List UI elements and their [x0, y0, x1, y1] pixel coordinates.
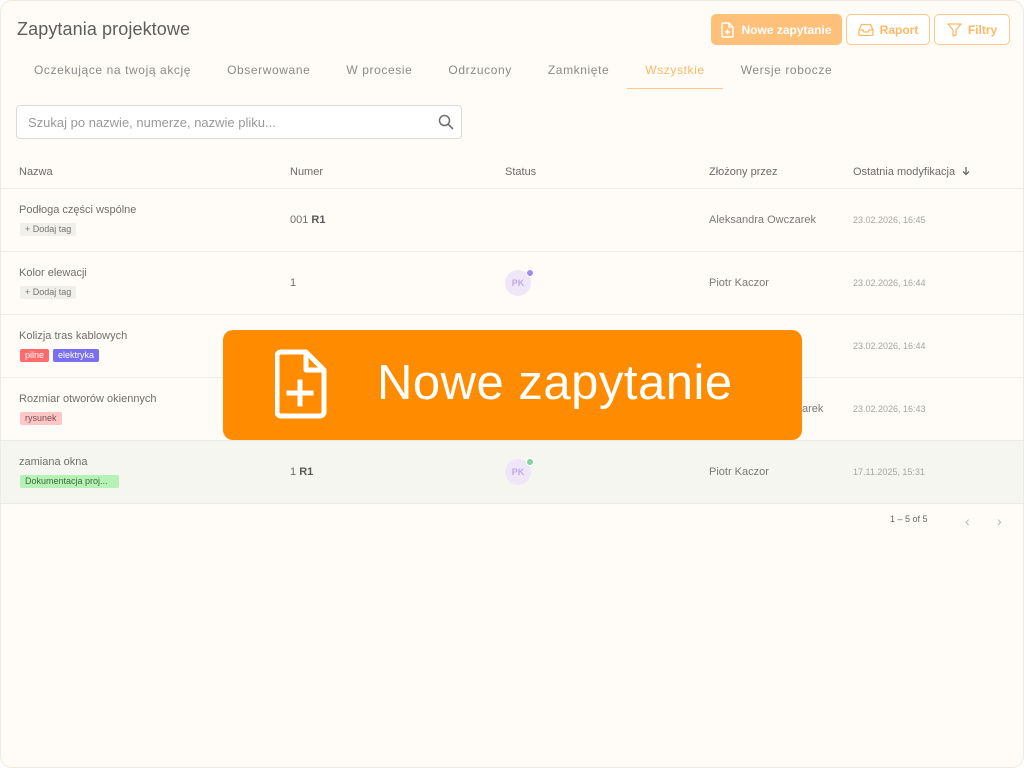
row-name[interactable]: Rozmiar otworów okiennych — [19, 393, 157, 405]
tab-awaiting-action[interactable]: Oczekujące na twoją akcję — [16, 55, 209, 89]
row-tags: + Dodaj tag — [20, 223, 77, 236]
table-header: Nazwa Numer Status Złożony przez Ostatni… — [1, 156, 1023, 189]
row-name[interactable]: zamiana okna — [19, 456, 88, 468]
table-row[interactable]: Kolor elewacji + Dodaj tag 1 PK Piotr Ka… — [1, 252, 1023, 315]
row-modified: 23.02.2026, 16:44 — [853, 341, 926, 351]
column-author-header[interactable]: Złożony przez — [709, 166, 777, 178]
tag-dokumentacja[interactable]: Dokumentacja proj... — [20, 475, 119, 488]
search-box — [16, 105, 462, 139]
row-name[interactable]: Podłoga części wspólne — [19, 204, 136, 216]
tab-bar: Oczekujące na twoją akcję Obserwowane W … — [16, 55, 850, 89]
column-status-header[interactable]: Status — [505, 166, 536, 178]
status-check-icon — [526, 458, 534, 466]
arrow-down-icon — [962, 167, 970, 176]
row-modified: 17.11.2025, 15:31 — [853, 467, 925, 477]
row-number: 001 R1 — [290, 214, 325, 226]
row-number-value: 001 — [290, 214, 309, 226]
inbox-icon — [858, 23, 874, 36]
row-modified: 23.02.2026, 16:43 — [853, 404, 926, 414]
add-tag-button[interactable]: + Dodaj tag — [20, 286, 77, 299]
tag-elektryka[interactable]: elektryka — [53, 349, 100, 362]
filter-icon — [947, 22, 962, 37]
status-dot-icon — [526, 269, 534, 277]
callout-label: Nowe zapytanie — [377, 356, 733, 410]
row-author: Piotr Kaczor — [709, 466, 769, 478]
new-request-label: Nowe zapytanie — [741, 22, 832, 37]
tag-rysunek[interactable]: rysunek — [20, 412, 62, 425]
tab-in-progress[interactable]: W procesie — [328, 55, 430, 89]
row-author: Piotr Kaczor — [709, 277, 769, 289]
tab-closed[interactable]: Zamknięte — [530, 55, 627, 89]
row-revision: R1 — [311, 214, 326, 226]
filters-button[interactable]: Filtry — [934, 14, 1010, 45]
search-icon[interactable] — [437, 113, 455, 136]
row-number-value: 1 — [290, 277, 297, 289]
new-request-button[interactable]: Nowe zapytanie — [711, 14, 842, 45]
file-plus-icon — [721, 21, 735, 38]
row-tags: Dokumentacja proj... — [20, 475, 119, 488]
report-button[interactable]: Raport — [846, 14, 930, 45]
table-row[interactable]: Podłoga części wspólne + Dodaj tag 001 R… — [1, 189, 1023, 252]
row-author: Aleksandra Owczarek — [709, 214, 816, 226]
row-name[interactable]: Kolor elewacji — [19, 267, 87, 279]
chevron-left-icon[interactable]: ‹ — [965, 514, 970, 528]
tab-all[interactable]: Wszystkie — [627, 55, 723, 89]
new-request-callout[interactable]: Nowe zapytanie — [223, 330, 802, 440]
tab-observed[interactable]: Obserwowane — [209, 55, 328, 89]
row-number-value: 1 — [290, 466, 297, 478]
tag-pilne[interactable]: pilne — [20, 349, 50, 362]
row-number: 1 — [290, 277, 296, 289]
table-row[interactable]: zamiana okna Dokumentacja proj... 1 R1 P… — [1, 441, 1023, 504]
row-tags: + Dodaj tag — [20, 286, 77, 299]
row-modified: 23.02.2026, 16:45 — [853, 215, 926, 225]
column-name-header[interactable]: Nazwa — [19, 166, 53, 178]
row-modified: 23.02.2026, 16:44 — [853, 278, 926, 288]
row-revision: R1 — [299, 466, 314, 478]
pagination-range: 1 – 5 of 5 — [890, 514, 928, 524]
file-plus-icon — [275, 349, 327, 419]
filters-label: Filtry — [967, 22, 998, 37]
add-tag-button[interactable]: + Dodaj tag — [20, 223, 77, 236]
row-tags: rysunek — [20, 412, 62, 425]
page-title: Zapytania projektowe — [17, 19, 191, 39]
row-author: arek — [802, 403, 824, 415]
search-input[interactable] — [17, 106, 427, 138]
tab-drafts[interactable]: Wersje robocze — [723, 55, 851, 89]
column-number-header[interactable]: Numer — [290, 166, 323, 178]
column-modified-label: Ostatnia modyfikacja — [853, 166, 956, 178]
chevron-right-icon[interactable]: › — [997, 514, 1002, 528]
row-name[interactable]: Kolizja tras kablowych — [19, 330, 127, 342]
report-label: Raport — [879, 22, 919, 37]
column-modified-header[interactable]: Ostatnia modyfikacja — [853, 166, 971, 178]
row-tags: pilne elektryka — [20, 349, 100, 362]
app-window: Zapytania projektowe Nowe zapytanie Rapo… — [0, 0, 1024, 768]
row-number: 1 R1 — [290, 466, 313, 478]
tab-rejected[interactable]: Odrzucony — [430, 55, 529, 89]
